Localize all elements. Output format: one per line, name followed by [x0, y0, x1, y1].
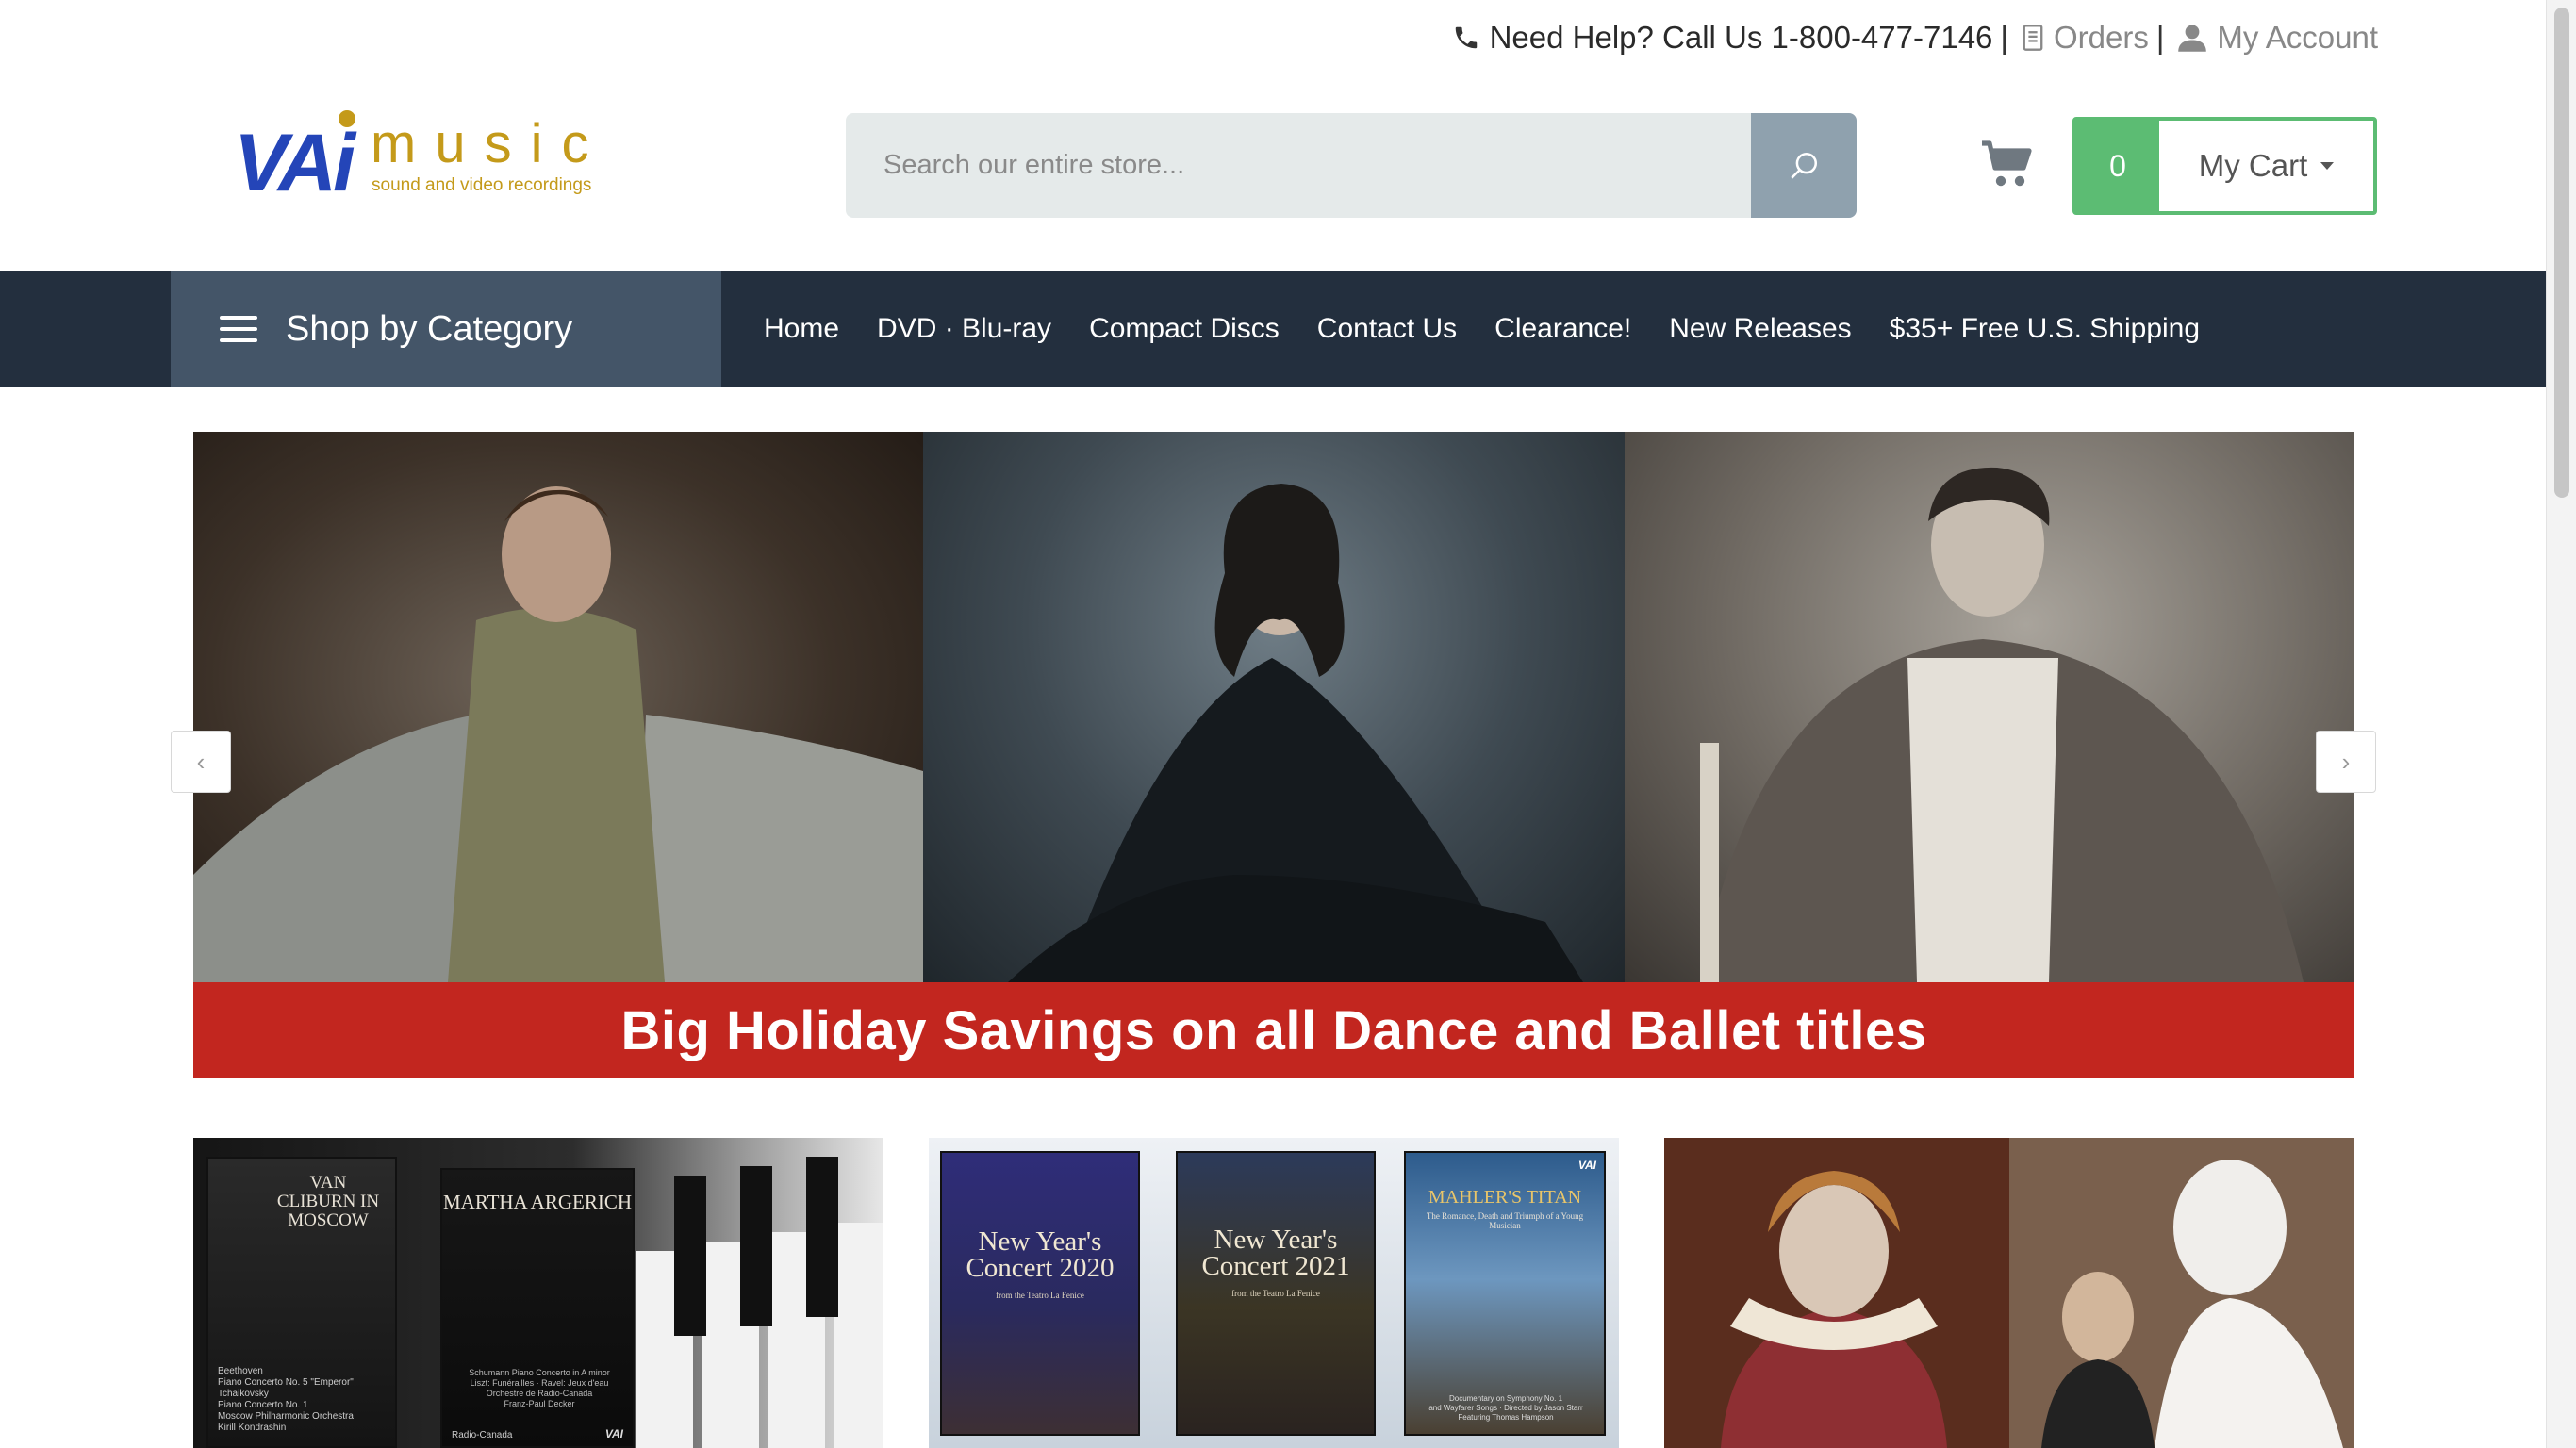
promo-banner[interactable]: Big Holiday Savings on all Dance and Bal… [193, 982, 2354, 1078]
hero-photo-dancer [193, 432, 923, 982]
phone-icon [1455, 26, 1477, 49]
dvd-credits: Beethoven Piano Concerto No. 5 "Emperor" T… [218, 1366, 354, 1433]
nav-link-new-releases[interactable]: New Releases [1669, 313, 1851, 345]
nav-link-compact-discs[interactable]: Compact Discs [1089, 313, 1280, 345]
dvd-cover-martha-argerich[interactable]: MARTHA ARGERICH Schumann Piano Concerto … [440, 1168, 635, 1448]
my-account-link[interactable]: My Account [2177, 20, 2378, 56]
separator: | [2155, 20, 2165, 55]
dvd-cover-mahlers-titan[interactable]: MAHLER'S TITAN The Romance, Death and Tr… [1404, 1151, 1606, 1436]
page-scrollbar[interactable] [2546, 0, 2576, 1448]
my-cart-button[interactable]: 0 My Cart [2072, 117, 2377, 215]
chevron-down-icon [2320, 162, 2335, 170]
dvd-cover-new-years-2020[interactable]: New Year's Concert 2020 from the Teatro … [940, 1151, 1140, 1436]
publisher-mark: VAI [604, 1427, 623, 1440]
help-text: Need Help? Call Us 1-800-477-7146 [1489, 20, 1993, 55]
cart-icon[interactable] [1980, 140, 2037, 195]
shop-by-category-label: Shop by Category [286, 308, 573, 349]
shop-by-category-button[interactable]: Shop by Category [171, 272, 721, 387]
cart-count-badge: 0 [2076, 121, 2159, 211]
search-bar [846, 113, 1857, 218]
scrollbar-thumb[interactable] [2554, 8, 2569, 498]
site-logo[interactable]: VAi music sound and video recordings [234, 104, 630, 208]
dvd-title: VAN CLIBURN IN MOSCOW [276, 1173, 380, 1230]
search-input[interactable] [846, 113, 1751, 218]
dvd-title: New Year's Concert 2020 [966, 1226, 1115, 1283]
user-icon [2178, 25, 2207, 52]
nav-link-free-shipping[interactable]: $35+ Free U.S. Shipping [1890, 313, 2200, 345]
promo-tile-concerts[interactable]: New Year's Concert 2020 from the Teatro … [929, 1138, 1619, 1448]
account-label: My Account [2217, 20, 2378, 55]
svg-text:music: music [371, 113, 607, 174]
separator: | [2000, 20, 2008, 55]
dvd-subtitle: The Romance, Death and Triumph of a Youn… [1426, 1211, 1584, 1230]
svg-text:sound and video recordings: sound and video recordings [372, 175, 591, 195]
receipt-icon [2023, 25, 2043, 51]
main-nav: Shop by Category Home DVD · Blu-ray Comp… [0, 272, 2546, 387]
svg-text:VAi: VAi [234, 118, 357, 207]
orders-link[interactable]: Orders [2022, 20, 2149, 56]
nav-link-contact-us[interactable]: Contact Us [1317, 313, 1457, 345]
hero-slider[interactable]: Big Holiday Savings on all Dance and Bal… [193, 432, 2354, 1078]
hero-photo-ballerina [923, 432, 1625, 982]
hero-photo-actor [1625, 432, 2354, 982]
promo-tile-piano[interactable]: VAN CLIBURN IN MOSCOW Beethoven Piano Con… [193, 1138, 883, 1448]
search-button[interactable] [1751, 113, 1857, 218]
nav-link-dvd-bluray[interactable]: DVD · Blu-ray [877, 313, 1051, 345]
slider-next-button[interactable]: › [2316, 731, 2376, 793]
help-phone[interactable]: Need Help? Call Us 1-800-477-7146 [1452, 20, 1993, 56]
chevron-left-icon: ‹ [196, 747, 206, 776]
slider-prev-button[interactable]: ‹ [171, 731, 231, 793]
dvd-subtitle: from the Teatro La Fenice [1231, 1289, 1320, 1298]
dvd-subtitle: from the Teatro La Fenice [996, 1291, 1084, 1300]
nav-links: Home DVD · Blu-ray Compact Discs Contact… [764, 272, 2200, 387]
dvd-cover-van-cliburn[interactable]: VAN CLIBURN IN MOSCOW Beethoven Piano Con… [206, 1157, 397, 1448]
dvd-title: MARTHA ARGERICH [442, 1191, 632, 1213]
publisher-mark: VAI [1577, 1159, 1596, 1172]
dvd-credits: Schumann Piano Concerto in A minor Liszt:… [469, 1368, 610, 1408]
dvd-title: MAHLER'S TITAN [1428, 1187, 1582, 1208]
nav-link-clearance[interactable]: Clearance! [1494, 313, 1631, 345]
dvd-title: New Year's Concert 2021 [1201, 1225, 1350, 1281]
cart-label: My Cart [2159, 121, 2373, 211]
chevron-right-icon: › [2341, 747, 2351, 776]
search-icon [1791, 152, 1818, 179]
top-utility-bar: Need Help? Call Us 1-800-477-7146 | Orde… [1452, 13, 2378, 62]
orders-label: Orders [2053, 20, 2149, 55]
dvd-label: Radio-Canada [452, 1430, 513, 1440]
dvd-cover-new-years-2021[interactable]: New Year's Concert 2021 from the Teatro … [1176, 1151, 1376, 1436]
promo-tile-opera[interactable] [1664, 1138, 2354, 1448]
menu-icon [220, 316, 257, 342]
cart-label-text: My Cart [2198, 148, 2308, 183]
dvd-credits: Documentary on Symphony No. 1 and Wayfare… [1428, 1394, 1583, 1422]
nav-link-home[interactable]: Home [764, 313, 839, 345]
